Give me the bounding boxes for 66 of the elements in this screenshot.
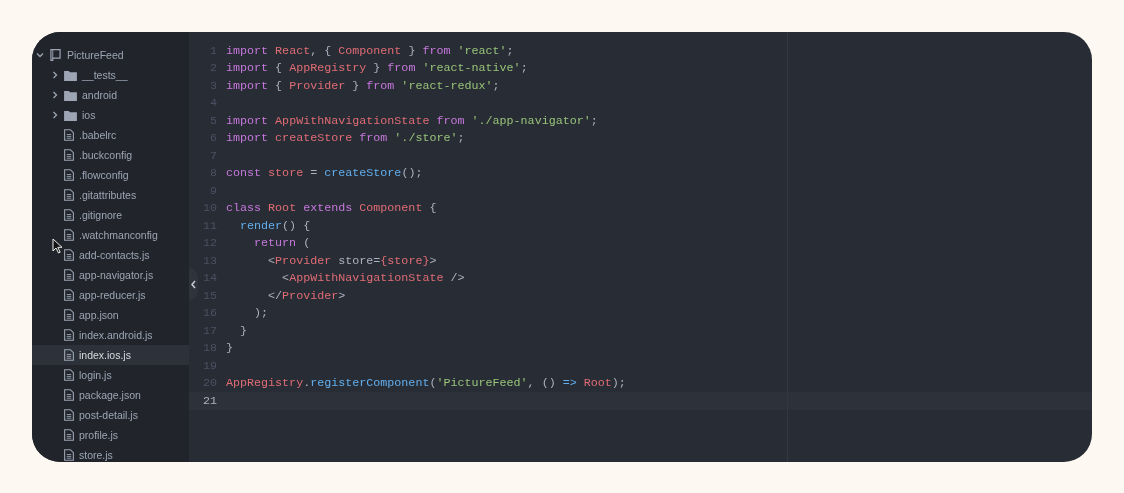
- code-line: return (: [253, 236, 311, 251]
- folder-icon: [64, 89, 77, 101]
- file-icon: [64, 189, 74, 201]
- code-line: const store = createStore();: [226, 166, 423, 181]
- code-line: import { AppRegistry } from 'react-native';: [226, 61, 528, 76]
- tree-item[interactable]: package.json: [32, 385, 189, 405]
- code-line: }: [239, 323, 248, 338]
- file-icon: [64, 209, 74, 221]
- file-icon: [64, 429, 74, 441]
- chevron-right-icon[interactable]: [51, 111, 59, 119]
- tree-item[interactable]: profile.js: [32, 425, 189, 445]
- tree-item[interactable]: android: [32, 85, 189, 105]
- tree-item[interactable]: .flowconfig: [32, 165, 189, 185]
- repository-icon: [50, 49, 61, 61]
- tree-item[interactable]: __tests__: [32, 65, 189, 85]
- file-icon: [64, 249, 74, 261]
- chevron-right-icon[interactable]: [51, 91, 59, 99]
- tree-item[interactable]: PictureFeed: [32, 45, 189, 65]
- tree-item[interactable]: app-navigator.js: [32, 265, 189, 285]
- tree-item[interactable]: .gitattributes: [32, 185, 189, 205]
- folder-icon: [64, 109, 77, 121]
- file-icon: [64, 129, 74, 141]
- code-line: }: [226, 341, 233, 356]
- file-icon: [64, 269, 74, 281]
- code-line: import createStore from './store';: [226, 131, 465, 146]
- file-icon: [64, 409, 74, 421]
- line-number: 21: [202, 393, 217, 408]
- tree-item[interactable]: .babelrc: [32, 125, 189, 145]
- code-line: class Root extends Component {: [226, 201, 437, 216]
- tree-item[interactable]: .gitignore: [32, 205, 189, 225]
- file-icon: [64, 329, 74, 341]
- file-icon: [64, 229, 74, 241]
- code-line: <Provider store={store}>: [267, 253, 437, 268]
- tree-item[interactable]: add-contacts.js: [32, 245, 189, 265]
- code-line: render() {: [239, 218, 311, 233]
- tree-item[interactable]: app.json: [32, 305, 189, 325]
- file-icon: [64, 289, 74, 301]
- code-line: import { Provider } from 'react-redux';: [226, 78, 500, 93]
- tree-item[interactable]: login.js: [32, 365, 189, 385]
- chevron-left-icon: [191, 279, 196, 289]
- code-line: import AppWithNavigationState from './app-navigator';: [226, 113, 598, 128]
- code-line: <AppWithNavigationState />: [281, 271, 465, 286]
- folder-icon: [64, 69, 77, 81]
- tree-item[interactable]: ios: [32, 105, 189, 125]
- mouse-pointer-icon: [52, 238, 63, 254]
- collapse-sidebar-button[interactable]: [189, 268, 198, 300]
- tree-item[interactable]: store.js: [32, 445, 189, 462]
- code-line: </Provider>: [267, 288, 346, 303]
- code-line: );: [253, 306, 269, 321]
- tree-item[interactable]: index.ios.js: [32, 345, 189, 365]
- tree-item[interactable]: index.android.js: [32, 325, 189, 345]
- file-icon: [64, 169, 74, 181]
- file-icon: [64, 449, 74, 461]
- chevron-right-icon[interactable]: [51, 71, 59, 79]
- file-icon: [64, 149, 74, 161]
- tree-item[interactable]: post-detail.js: [32, 405, 189, 425]
- tree-item[interactable]: .buckconfig: [32, 145, 189, 165]
- tree-item[interactable]: .watchmanconfig: [32, 225, 189, 245]
- code-line: AppRegistry.registerComponent('PictureFeed', () => Root);: [226, 376, 626, 391]
- file-icon: [64, 309, 74, 321]
- tree-item[interactable]: app-reducer.js: [32, 285, 189, 305]
- file-icon: [64, 369, 74, 381]
- file-icon: [64, 389, 74, 401]
- chevron-down-icon[interactable]: [36, 51, 44, 59]
- file-icon: [64, 349, 74, 361]
- code-line: import React, { Component } from 'react';: [226, 43, 514, 58]
